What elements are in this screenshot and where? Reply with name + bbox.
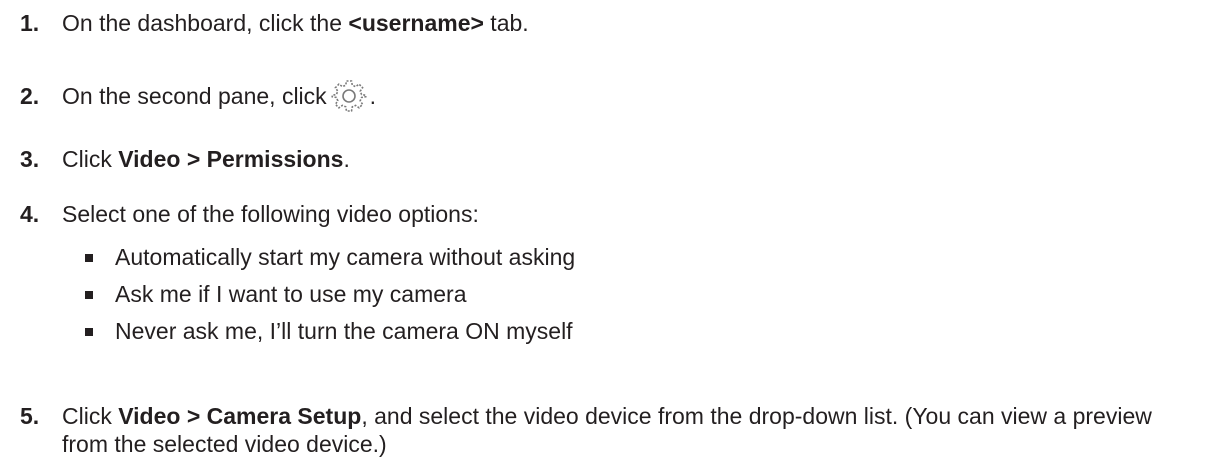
square-bullet-icon: [85, 290, 93, 299]
gear-icon: [331, 78, 367, 114]
step-number: 4.: [20, 201, 40, 227]
step-number: 5.: [20, 403, 40, 429]
step-text: On the dashboard, click the <username> t…: [62, 10, 529, 36]
list-item: Ask me if I want to use my camera: [85, 276, 575, 313]
step-number: 3.: [20, 146, 40, 172]
step-text: Select one of the following video option…: [62, 201, 479, 227]
step-5: 5. Click Video > Camera Setup, and selec…: [20, 402, 1200, 458]
step-4: 4. Select one of the following video opt…: [20, 201, 479, 228]
step-number: 1.: [20, 10, 40, 36]
video-options-list: Automatically start my camera without as…: [85, 239, 575, 350]
step-text: On the second pane, click: [62, 82, 327, 109]
list-item: Never ask me, I’ll turn the camera ON my…: [85, 313, 575, 350]
list-item: Automatically start my camera without as…: [85, 239, 575, 276]
menu-path-camera-setup: Video > Camera Setup: [118, 403, 362, 429]
step-2: 2. On the second pane, click .: [20, 78, 376, 114]
square-bullet-icon: [85, 327, 93, 336]
username-tab-label: <username>: [348, 10, 484, 36]
menu-path-permissions: Video > Permissions: [118, 146, 344, 172]
step-text: Click Video > Camera Setup, and select t…: [62, 403, 1152, 457]
step-number: 2.: [20, 82, 40, 109]
step-1: 1. On the dashboard, click the <username…: [20, 10, 529, 37]
step-3: 3. Click Video > Permissions.: [20, 146, 350, 173]
step-text: Click Video > Permissions.: [62, 146, 350, 172]
square-bullet-icon: [85, 253, 93, 262]
